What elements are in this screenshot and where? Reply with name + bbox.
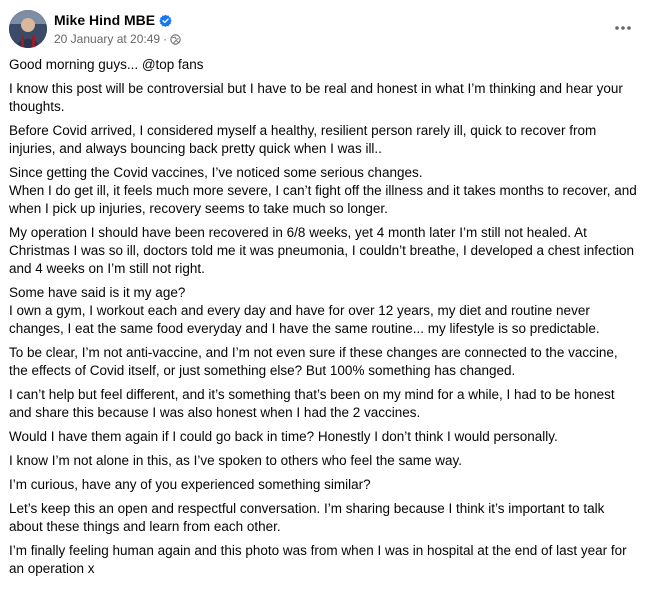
post-body: Good morning guys... @top fans I know thi… [9,56,637,584]
post-paragraph: I know this post will be controversial b… [9,80,637,116]
post-text-line: I know this post will be controversial b… [9,81,623,114]
author-avatar[interactable] [9,10,47,48]
post-text-line: I’m finally feeling human again and this… [9,543,627,576]
post-meta: 20 January at 20:49 · [54,31,181,47]
post-header: Mike Hind MBE 20 January at 20:49 · [9,10,637,50]
post-text-line: My operation I should have been recovere… [9,225,635,276]
post-paragraph: To be clear, I’m not anti-vaccine, and I… [9,344,637,380]
more-options-button[interactable] [609,14,637,42]
post-text-line: Some have said is it my age? [9,285,186,300]
post-paragraph: Since getting the Covid vaccines, I’ve n… [9,164,637,218]
author-line: Mike Hind MBE [54,11,172,29]
post-text-line: I know I’m not alone in this, as I’ve sp… [9,453,462,468]
avatar-photo-icon [9,10,47,48]
post-paragraph: I know I’m not alone in this, as I’ve sp… [9,452,637,470]
more-options-icon [615,26,631,30]
facebook-post: Mike Hind MBE 20 January at 20:49 · Good… [0,0,646,615]
post-paragraph: Would I have them again if I could go ba… [9,428,637,446]
post-paragraph: Good morning guys... @top fans [9,56,637,74]
post-text-line: Let’s keep this an open and respectful c… [9,501,605,534]
globe-icon[interactable] [170,33,181,45]
author-name[interactable]: Mike Hind MBE [54,12,155,28]
post-text-line: Would I have them again if I could go ba… [9,429,558,444]
post-paragraph: My operation I should have been recovere… [9,224,637,278]
post-text-line: When I do get ill, it feels much more se… [9,183,637,216]
post-paragraph: Some have said is it my age? I own a gym,… [9,284,637,338]
post-paragraph: I’m curious, have any of you experienced… [9,476,637,494]
post-text-line: Since getting the Covid vaccines, I’ve n… [9,165,423,180]
verified-badge-icon [159,14,172,27]
post-text-line: I’m curious, have any of you experienced… [9,477,371,492]
post-paragraph: I can’t help but feel different, and it’… [9,386,637,422]
post-text-line: I can’t help but feel different, and it’… [9,387,615,420]
post-text-line: I own a gym, I workout each and every da… [9,303,600,336]
post-paragraph: Let’s keep this an open and respectful c… [9,500,637,536]
post-timestamp[interactable]: 20 January at 20:49 [54,32,160,46]
post-text-line: Before Covid arrived, I considered mysel… [9,123,597,156]
post-paragraph: Before Covid arrived, I considered mysel… [9,122,637,158]
post-paragraph: I’m finally feeling human again and this… [9,542,637,578]
post-text-line: To be clear, I’m not anti-vaccine, and I… [9,345,618,378]
meta-separator: · [163,32,168,46]
post-text-line: Good morning guys... @top fans [9,57,204,72]
